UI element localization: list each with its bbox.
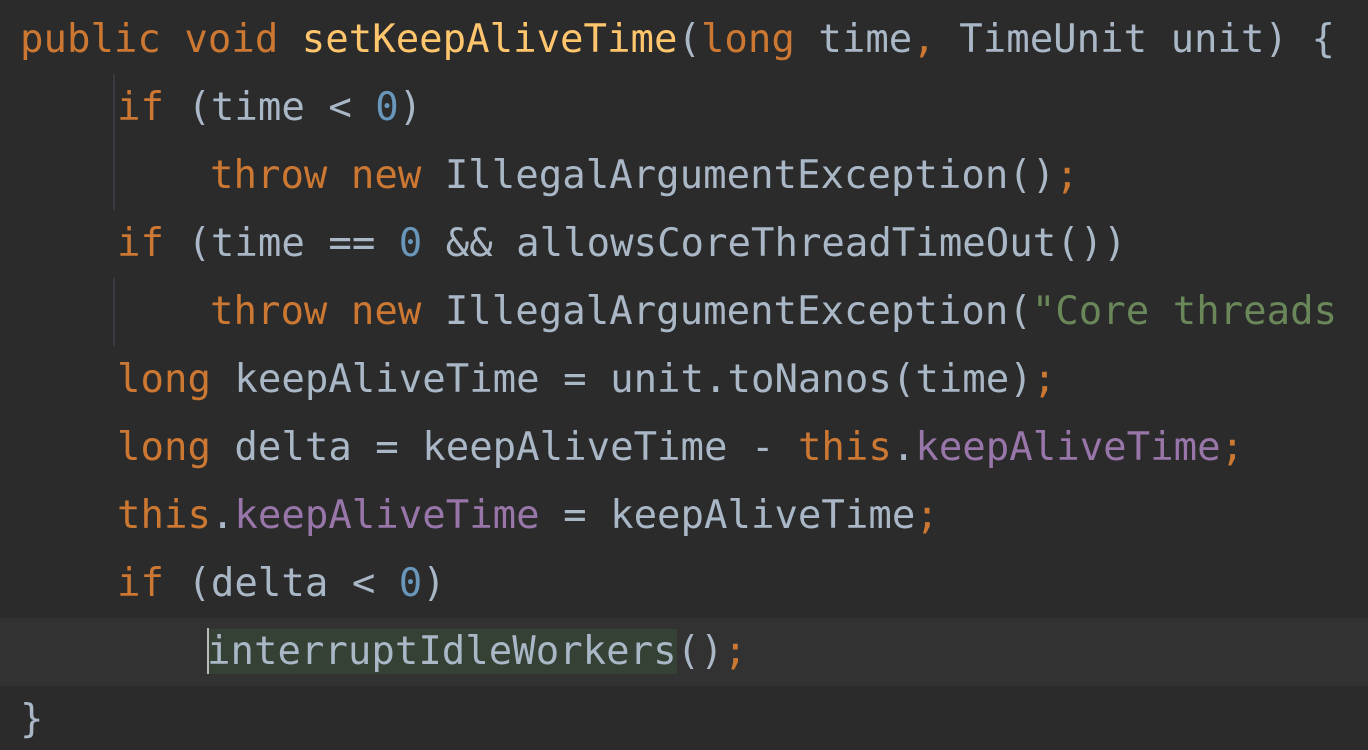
method-call: interruptIdleWorkers(); <box>207 618 747 686</box>
declaration-text: keepAliveTime = unit.toNanos(time) <box>234 357 1033 402</box>
indent-guide <box>113 142 115 210</box>
code-line-4[interactable]: if (time == 0 && allowsCoreThreadTimeOut… <box>0 210 1368 278</box>
if-statement: if (delta < 0) <box>117 550 446 618</box>
field-reference: keepAliveTime <box>234 493 540 538</box>
semicolon: ; <box>1055 153 1079 198</box>
brace: } <box>20 697 44 742</box>
indent-guide <box>113 278 115 346</box>
throw-statement: throw new IllegalArgumentException("Core… <box>210 278 1337 346</box>
signature-close: ) { <box>1264 17 1335 62</box>
keyword-long: long <box>117 357 211 402</box>
assignment-text: = keepAliveTime <box>539 493 916 538</box>
code-line-1[interactable]: public void setKeepAliveTime(long time, … <box>0 6 1368 74</box>
code-line-11[interactable]: } <box>0 686 1368 750</box>
condition-text: (delta < <box>187 561 399 606</box>
keyword-this: this <box>797 425 892 470</box>
condition-text: (time < <box>187 85 376 130</box>
declaration: long delta = keepAliveTime - this.keepAl… <box>117 414 1244 482</box>
condition-close: ) <box>398 85 423 130</box>
code-line-7[interactable]: long delta = keepAliveTime - this.keepAl… <box>0 414 1368 482</box>
dot: . <box>891 425 916 470</box>
number-literal: 0 <box>398 221 423 266</box>
semicolon: ; <box>1032 357 1057 402</box>
keyword-new: new <box>350 289 422 334</box>
code-line-8[interactable]: this.keepAliveTime = keepAliveTime; <box>0 482 1368 550</box>
exception-call: IllegalArgumentException( <box>444 289 1032 334</box>
code-line-5[interactable]: throw new IllegalArgumentException("Core… <box>0 278 1368 346</box>
text-caret <box>207 627 209 674</box>
number-literal: 0 <box>398 561 423 606</box>
method-signature: public void setKeepAliveTime(long time, … <box>20 6 1335 74</box>
closing-brace: } <box>20 686 43 750</box>
param-time: time <box>818 17 913 62</box>
type-timeunit: TimeUnit <box>959 17 1148 62</box>
condition-text: (time == <box>187 221 399 266</box>
keyword-if: if <box>117 85 164 130</box>
dot: . <box>210 493 235 538</box>
code-line-3[interactable]: throw new IllegalArgumentException(); <box>0 142 1368 210</box>
condition-rest: && allowsCoreThreadTimeOut()) <box>422 221 1127 266</box>
param-unit: unit <box>1170 17 1265 62</box>
indent-guide <box>113 74 115 142</box>
string-literal: "Core threads <box>1031 289 1338 334</box>
condition-close: ) <box>422 561 446 606</box>
field-reference: keepAliveTime <box>915 425 1221 470</box>
exception-call: IllegalArgumentException() <box>444 153 1056 198</box>
keyword-this: this <box>117 493 211 538</box>
throw-statement: throw new IllegalArgumentException(); <box>210 142 1079 210</box>
keyword-public: public <box>20 17 161 62</box>
code-line-2[interactable]: if (time < 0) <box>0 74 1368 142</box>
semicolon: ; <box>1220 425 1245 470</box>
method-name: setKeepAliveTime <box>301 17 678 62</box>
keyword-long: long <box>700 17 795 62</box>
code-editor[interactable]: public void setKeepAliveTime(long time, … <box>0 0 1368 750</box>
semicolon: ; <box>915 493 939 538</box>
code-line-10-current[interactable]: interruptIdleWorkers(); <box>0 618 1368 686</box>
call-parens: () <box>676 629 724 674</box>
declaration-text: delta = keepAliveTime - <box>234 425 798 470</box>
comma: , <box>912 17 936 62</box>
if-statement: if (time < 0) <box>117 74 422 142</box>
assignment: this.keepAliveTime = keepAliveTime; <box>117 482 939 550</box>
keyword-void: void <box>184 17 279 62</box>
keyword-new: new <box>350 153 422 198</box>
code-line-6[interactable]: long keepAliveTime = unit.toNanos(time); <box>0 346 1368 414</box>
number-literal: 0 <box>375 85 399 130</box>
declaration: long keepAliveTime = unit.toNanos(time); <box>117 346 1056 414</box>
if-statement: if (time == 0 && allowsCoreThreadTimeOut… <box>117 210 1127 278</box>
keyword-throw: throw <box>210 289 328 334</box>
usage-highlight: interruptIdleWorkers <box>207 629 677 674</box>
keyword-if: if <box>117 221 164 266</box>
keyword-long: long <box>117 425 211 470</box>
keyword-if: if <box>117 561 164 606</box>
code-line-9[interactable]: if (delta < 0) <box>0 550 1368 618</box>
semicolon: ; <box>723 629 748 674</box>
paren-open: ( <box>677 17 701 62</box>
keyword-throw: throw <box>210 153 328 198</box>
